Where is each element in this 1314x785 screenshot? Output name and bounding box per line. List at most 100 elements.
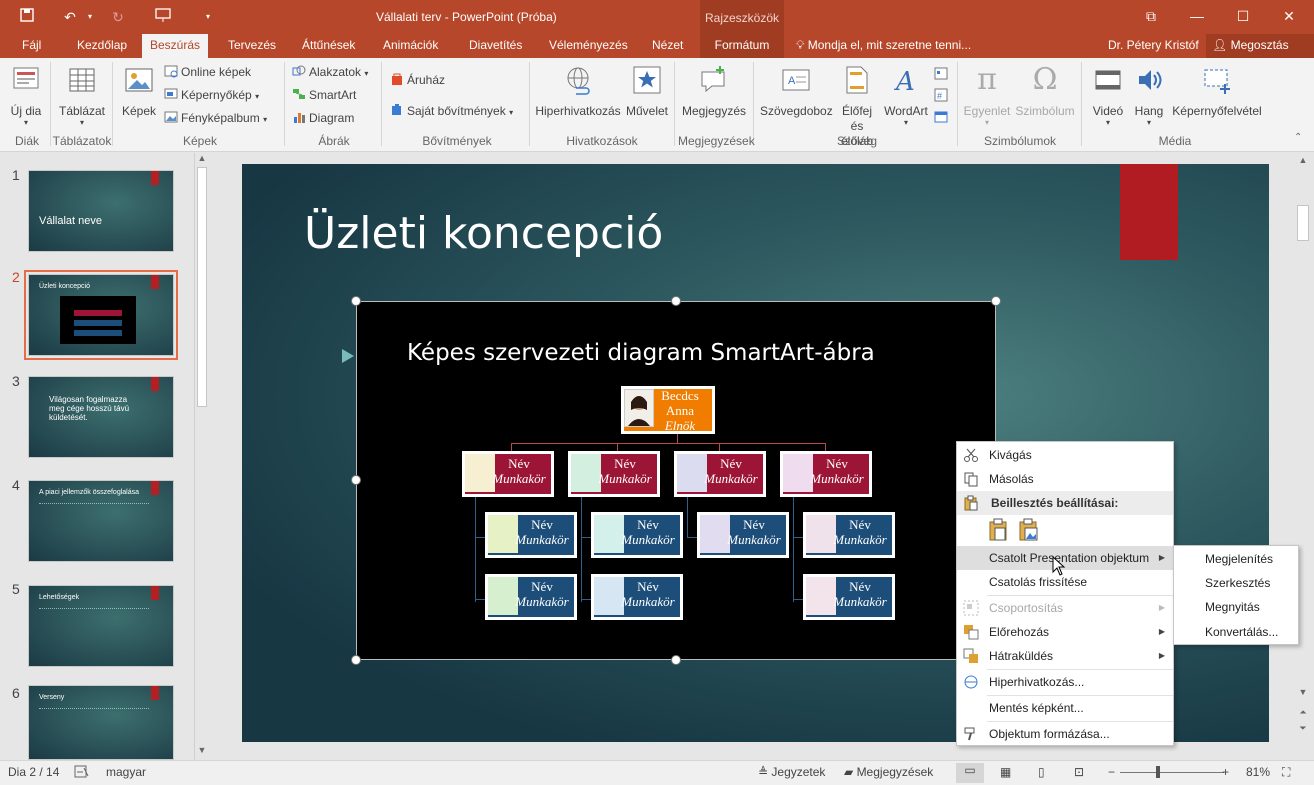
photo-album-button[interactable]: Fényképalbum ▾ <box>164 108 267 128</box>
save-icon[interactable] <box>17 7 37 27</box>
menu-item-cut[interactable]: Kivágás <box>957 443 1173 467</box>
thumb-number: 6 <box>12 685 20 701</box>
normal-view-icon[interactable]: ▭ <box>956 763 984 783</box>
slide-title[interactable]: Üzleti koncepció <box>304 208 663 259</box>
scrollbar-thumb[interactable] <box>1297 205 1309 241</box>
scroll-down-icon[interactable]: ▼ <box>1296 687 1310 697</box>
slide-scrollbar[interactable]: ▲ ▼ ⏶ ⏷ <box>1295 153 1312 760</box>
share-button[interactable]: 👤︎ Megosztás <box>1206 34 1314 58</box>
comments-button[interactable]: ▰ Megjegyzések <box>844 765 933 779</box>
thumbnail-scrollbar[interactable]: ▲ ▼ <box>194 153 208 760</box>
tab-animations[interactable]: Animációk <box>379 34 442 58</box>
chart-button[interactable]: Diagram <box>292 108 354 128</box>
close-button[interactable]: ✕ <box>1266 0 1312 34</box>
fit-to-window-icon[interactable]: ⛶ <box>1282 765 1290 780</box>
scroll-up-icon[interactable]: ▲ <box>1296 155 1310 165</box>
customize-qat-icon[interactable]: ▾ <box>198 7 218 27</box>
textbox-button[interactable]: A Szövegdoboz <box>760 64 833 118</box>
submenu-item-edit[interactable]: Szerkesztés <box>1174 571 1298 595</box>
collapse-ribbon-icon[interactable]: ⌃ <box>1294 132 1302 143</box>
tell-me-box[interactable]: 💡︎ Mondja el, mit szeretne tenni... <box>796 34 971 58</box>
minimize-button[interactable]: — <box>1174 0 1220 34</box>
action-button[interactable]: Művelet <box>624 64 670 118</box>
scroll-down-icon[interactable]: ▼ <box>195 745 209 755</box>
smartart-button[interactable]: SmartArt <box>292 85 356 105</box>
slide-number-icon[interactable]: # <box>934 86 951 106</box>
submenu-item-convert[interactable]: Konvertálás... <box>1174 620 1298 644</box>
tab-slideshow[interactable]: Diavetítés <box>465 34 526 58</box>
zoom-out-icon[interactable]: − <box>1108 765 1115 779</box>
previous-slide-icon[interactable]: ⏶ <box>1296 707 1310 718</box>
resize-handle[interactable] <box>671 655 681 665</box>
user-name[interactable]: Dr. Pétery Kristóf <box>1108 34 1199 58</box>
zoom-level[interactable]: 81% <box>1246 765 1270 779</box>
share-label: Megosztás <box>1230 38 1289 52</box>
slide-thumbnail-3[interactable]: Világosan fogalmazza meg cége hosszú táv… <box>28 376 174 458</box>
date-time-icon[interactable] <box>934 64 951 84</box>
zoom-in-icon[interactable]: + <box>1222 765 1229 779</box>
reading-view-icon[interactable]: ▯ <box>1038 765 1045 779</box>
scroll-up-icon[interactable]: ▲ <box>195 153 209 163</box>
slide-thumbnail-6[interactable]: Verseny <box>28 685 174 760</box>
resize-handle[interactable] <box>351 655 361 665</box>
undo-dropdown-icon[interactable]: ▾ <box>80 7 100 27</box>
online-pictures-button[interactable]: Online képek <box>164 62 251 82</box>
video-button[interactable]: Videó ▾ <box>1088 64 1128 127</box>
scrollbar-thumb[interactable] <box>197 167 207 407</box>
menu-item-hyperlink[interactable]: Hiperhivatkozás... <box>957 670 1173 694</box>
menu-item-save-as-picture[interactable]: Mentés képként... <box>957 696 1173 720</box>
tab-home[interactable]: Kezdőlap <box>73 34 131 58</box>
pictures-button[interactable]: Képek <box>120 64 158 118</box>
tab-design[interactable]: Tervezés <box>224 34 280 58</box>
menu-item-format-object[interactable]: Objektum formázása... <box>957 722 1173 746</box>
my-addins-button[interactable]: Saját bővítmények ▾ <box>390 101 513 121</box>
paste-use-destination-theme-icon[interactable] <box>987 518 1011 542</box>
resize-handle[interactable] <box>351 475 361 485</box>
maximize-button[interactable]: ☐ <box>1220 0 1266 34</box>
presentation-start-icon[interactable] <box>153 7 173 27</box>
tab-file[interactable]: Fájl <box>18 34 45 58</box>
object-insert-icon[interactable] <box>934 108 951 128</box>
slide-thumbnail-1[interactable]: Vállalat neve <box>28 170 174 252</box>
tab-insert[interactable]: Beszúrás <box>142 34 208 59</box>
paste-as-picture-icon[interactable] <box>1017 518 1041 542</box>
menu-item-send-backward[interactable]: Hátraküldés ▶ <box>957 644 1173 668</box>
resize-handle[interactable] <box>671 296 681 306</box>
video-label: Videó <box>1092 104 1124 118</box>
slide-thumbnail-5[interactable]: Lehetőségek <box>28 585 174 667</box>
undo-icon[interactable]: ↶ <box>60 7 80 27</box>
screenshot-button[interactable]: Képernyőkép ▾ <box>164 85 259 105</box>
linked-presentation-object[interactable]: Képes szervezeti diagram SmartArt-ábra B… <box>356 301 996 660</box>
wordart-button[interactable]: A WordArt ▾ <box>882 64 930 127</box>
ribbon-display-options-icon[interactable]: ⧉ <box>1128 0 1174 34</box>
slide-thumbnail-4[interactable]: A piaci jellemzők összefoglalása <box>28 480 174 562</box>
resize-handle[interactable] <box>991 296 1001 306</box>
slide-sorter-view-icon[interactable]: ▦ <box>1000 765 1011 779</box>
notes-button[interactable]: ≜ Jegyzetek <box>758 765 825 779</box>
store-button[interactable]: Áruház <box>390 70 445 90</box>
menu-item-copy[interactable]: Másolás <box>957 467 1173 491</box>
hyperlink-button[interactable]: Hiperhivatkozás <box>534 64 622 118</box>
resize-handle[interactable] <box>351 296 361 306</box>
spellcheck-icon[interactable] <box>74 765 90 782</box>
new-slide-button[interactable]: Új dia ▾ <box>6 64 46 127</box>
screenshot-icon <box>164 88 178 99</box>
tab-format[interactable]: Formátum <box>700 34 784 58</box>
screen-recording-button[interactable]: Képernyőfelvétel <box>1170 64 1264 118</box>
submenu-item-show[interactable]: Megjelenítés <box>1174 547 1298 571</box>
slide-thumbnail-2[interactable]: Üzleti koncepció <box>24 270 178 360</box>
zoom-slider-thumb[interactable] <box>1156 766 1160 778</box>
tab-review[interactable]: Véleményezés <box>545 34 632 58</box>
submenu-item-open[interactable]: Megnyitás <box>1174 595 1298 619</box>
shapes-button[interactable]: Alakzatok ▾ <box>292 62 368 82</box>
tab-transitions[interactable]: Áttűnések <box>298 34 359 58</box>
next-slide-icon[interactable]: ⏷ <box>1296 723 1310 734</box>
tab-view[interactable]: Nézet <box>648 34 687 58</box>
comment-button[interactable]: Megjegyzés <box>680 64 748 118</box>
language-indicator[interactable]: magyar <box>106 765 146 779</box>
table-button[interactable]: Táblázat ▾ <box>56 64 108 127</box>
slideshow-view-icon[interactable]: ⊡ <box>1074 765 1084 779</box>
zoom-slider[interactable] <box>1120 772 1224 773</box>
menu-item-bring-forward[interactable]: Előrehozás ▶ <box>957 620 1173 644</box>
audio-button[interactable]: Hang ▾ <box>1130 64 1168 127</box>
